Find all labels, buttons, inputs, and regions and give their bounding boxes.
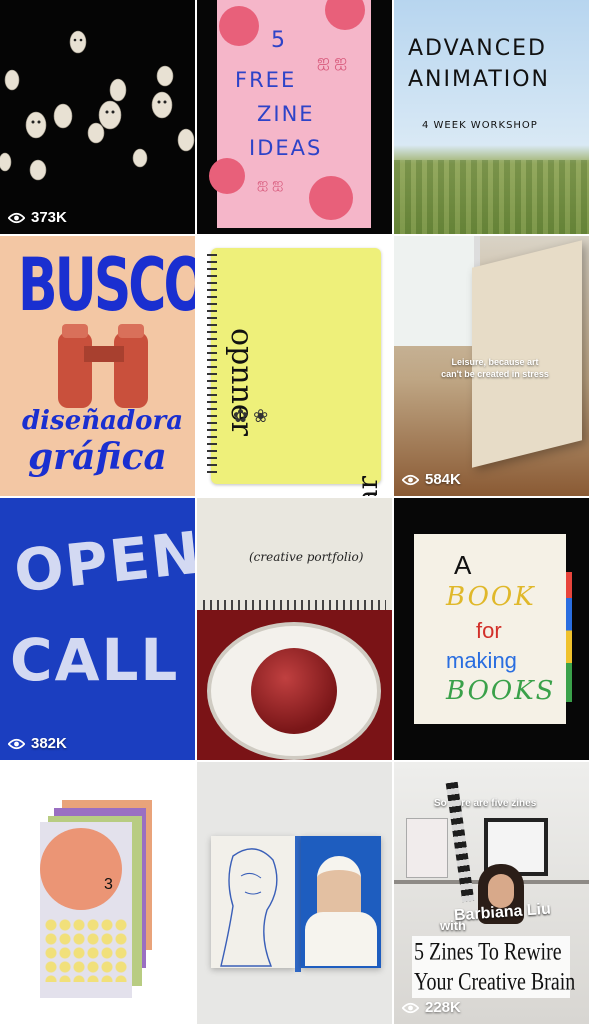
portfolio-title: (creative portfolio) xyxy=(249,550,364,564)
post-calendar[interactable]: opnner 2026 Calendar ✿ ❀ xyxy=(197,236,392,496)
post-creative-portfolio[interactable]: (creative portfolio) xyxy=(197,498,392,760)
peach-circle xyxy=(40,828,122,910)
photo-clothing xyxy=(305,912,377,966)
view-count: 584K xyxy=(402,471,461,488)
tab-markers xyxy=(566,572,572,702)
view-count-text: 373K xyxy=(31,209,67,226)
pomegranate-image xyxy=(251,648,337,734)
post-book-for-making-books[interactable]: A BOOK for making BOOKS xyxy=(394,498,589,760)
post-busco[interactable]: BUSCO diseñadora gráfica xyxy=(0,236,195,496)
masks-image xyxy=(0,30,195,181)
busco-line-3: gráfica xyxy=(28,436,167,478)
reels-grid: 373K 5 FREE ZINE IDEAS ஐ ஐ ஐ ஐ ADVANCED … xyxy=(0,0,589,1024)
field-trees xyxy=(394,160,589,234)
zine-line-1: 5 xyxy=(271,28,285,53)
window xyxy=(394,236,480,346)
view-count: 382K xyxy=(8,735,67,752)
butterfly-icon: ஐ ஐ xyxy=(317,53,348,70)
zine-line-2: FREE xyxy=(235,68,297,92)
book-word-1: A xyxy=(454,550,472,580)
post-zine-ideas[interactable]: 5 FREE ZINE IDEAS ஐ ஐ ஐ ஐ xyxy=(197,0,392,234)
canvas-board xyxy=(472,240,582,468)
book-word-5: BOOKS xyxy=(446,676,556,706)
zine-line-3: ZINE xyxy=(257,102,315,126)
studio-caption: Leisure, because art can't be created in… xyxy=(441,357,549,379)
open-call-line-1: OPEN xyxy=(10,518,195,606)
post-palette[interactable]: 3 xyxy=(0,762,195,1024)
book-word-3: for xyxy=(476,618,502,643)
post-advanced-animation[interactable]: ADVANCED ANIMATION 4 WEEK WORKSHOP xyxy=(394,0,589,234)
view-count: 373K xyxy=(8,209,67,226)
view-count-text: 382K xyxy=(31,735,67,752)
binoculars-image xyxy=(58,324,148,408)
blue-portrait-sketch xyxy=(220,848,278,967)
eye-icon xyxy=(8,212,25,223)
animation-subtitle: 4 WEEK WORKSHOP xyxy=(422,120,538,131)
zine-line-4: IDEAS xyxy=(249,136,323,160)
busco-line-2: diseñadora xyxy=(22,406,184,436)
pink-dot-decoration xyxy=(219,6,259,46)
calendar-title: 2026 Calendar xyxy=(351,476,384,496)
eye-icon xyxy=(402,1002,419,1013)
yellow-dots xyxy=(44,918,128,982)
eye-icon xyxy=(8,738,25,749)
poster-left xyxy=(406,818,448,878)
eye-icon xyxy=(402,474,419,485)
zine-card: 5 FREE ZINE IDEAS ஐ ஐ ஐ ஐ xyxy=(209,0,371,228)
post-masks[interactable]: 373K xyxy=(0,0,195,234)
animation-title-line-2: ANIMATION xyxy=(408,67,551,92)
zines-title-line-2: Your Creative Brain xyxy=(414,968,576,996)
animation-title: ADVANCED ANIMATION xyxy=(408,36,583,92)
spiral-binding xyxy=(203,600,386,610)
zines-name: Barbiana Liu xyxy=(453,900,552,925)
spiral-binding xyxy=(207,254,217,478)
post-open-book[interactable] xyxy=(197,762,392,1024)
butterfly-icon: ஐ ஐ xyxy=(257,175,284,191)
book-word-2: BOOK xyxy=(446,582,536,612)
book-word-4: making xyxy=(446,648,517,673)
animation-title-line-1: ADVANCED xyxy=(408,36,547,61)
pink-dot-decoration xyxy=(209,158,245,194)
open-call-line-2: CALL xyxy=(10,626,180,694)
pink-dot-decoration xyxy=(325,0,365,30)
month-number: 3 xyxy=(104,876,113,893)
post-open-call[interactable]: OPEN CALL 382K xyxy=(0,498,195,760)
view-count: 228K xyxy=(402,999,461,1016)
post-studio[interactable]: Leisure, because art can't be created in… xyxy=(394,236,589,496)
post-five-zines[interactable]: So here are five zines with Barbiana Liu… xyxy=(394,762,589,1024)
doodle-decoration: ✿ ❀ xyxy=(233,406,269,426)
view-count-text: 228K xyxy=(425,999,461,1016)
zines-title-line-1: 5 Zines To Rewire xyxy=(414,938,562,966)
view-count-text: 584K xyxy=(425,471,461,488)
pink-dot-decoration xyxy=(309,176,353,220)
